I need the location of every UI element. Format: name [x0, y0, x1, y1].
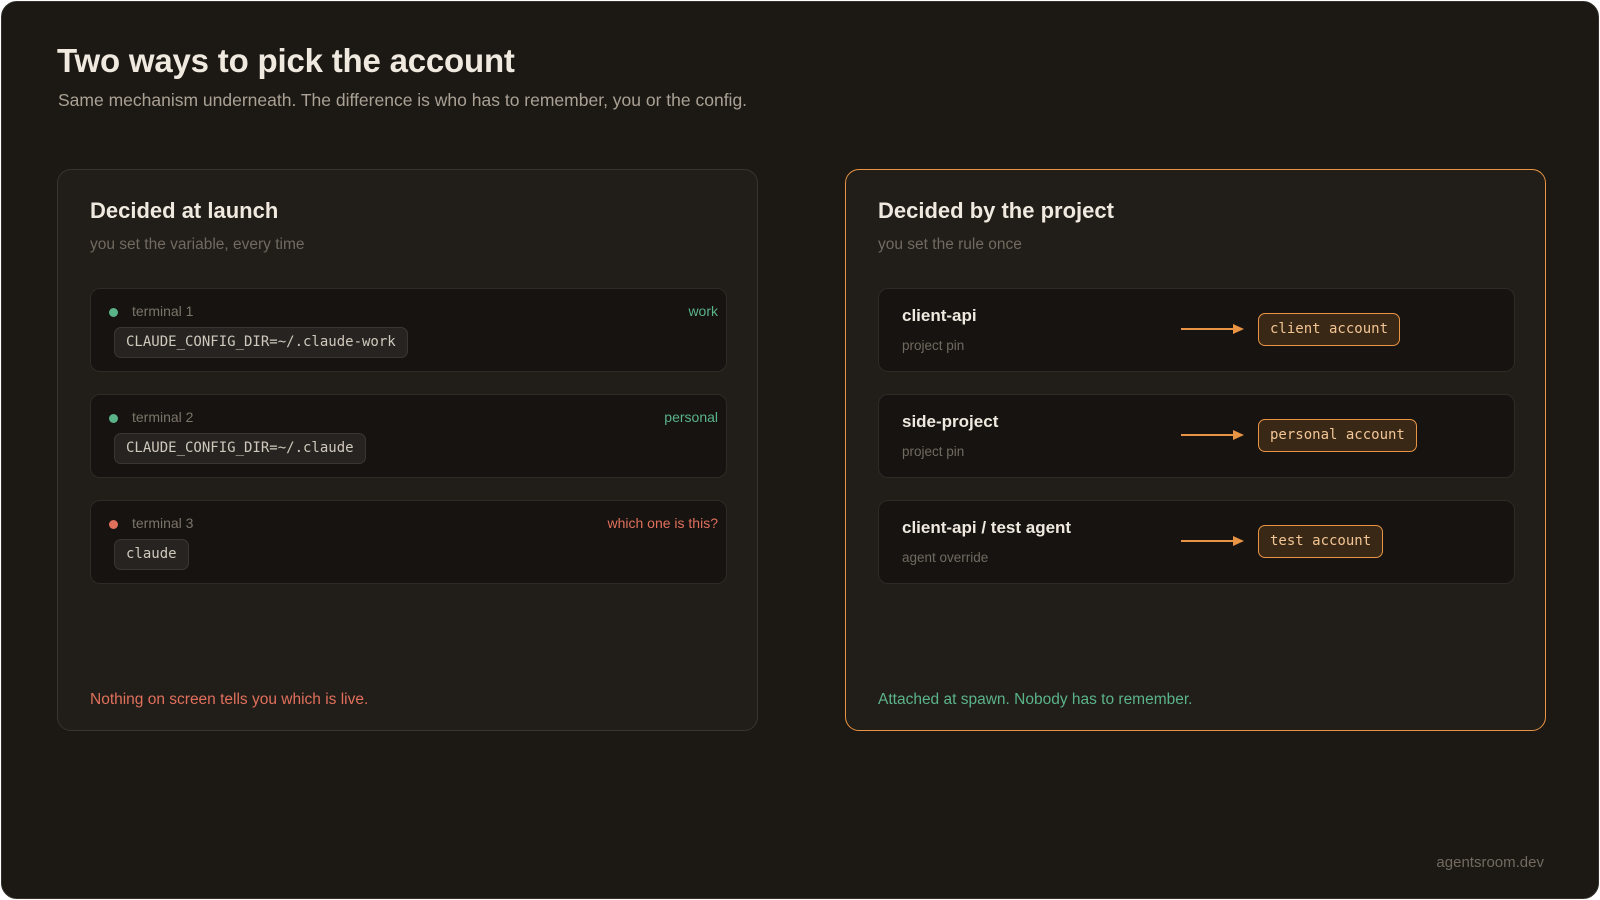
slide: Two ways to pick the account Same mechan… — [1, 1, 1599, 899]
terminal-card: terminal 3 which one is this? claude — [90, 500, 727, 584]
terminal-label: terminal 1 — [132, 303, 194, 319]
launch-panel-footer: Nothing on screen tells you which is liv… — [90, 691, 369, 708]
command-chip: CLAUDE_CONFIG_DIR=~/.claude — [114, 433, 366, 464]
command-chip: claude — [114, 539, 189, 570]
status-dot-icon — [109, 520, 118, 529]
project-name: client-api — [902, 306, 977, 325]
brand-link[interactable]: agentsroom.dev — [1436, 854, 1544, 871]
arrow-right-icon — [1181, 430, 1244, 440]
arrow-right-icon — [1181, 536, 1244, 546]
terminal-card: terminal 2 personal CLAUDE_CONFIG_DIR=~/… — [90, 394, 727, 478]
account-chip: test account — [1258, 525, 1384, 558]
rule-card: client-api project pin client account — [878, 288, 1515, 372]
project-panel-footer: Attached at spawn. Nobody has to remembe… — [878, 691, 1193, 708]
rule-kind: project pin — [902, 338, 965, 353]
arrow-right-icon — [1181, 324, 1244, 334]
project-name: client-api / test agent — [902, 518, 1072, 537]
project-name: side-project — [902, 412, 999, 431]
terminal-label: terminal 3 — [132, 515, 194, 531]
rule-kind: project pin — [902, 444, 965, 459]
command-chip: CLAUDE_CONFIG_DIR=~/.claude-work — [114, 327, 408, 358]
status-dot-icon — [109, 414, 118, 423]
project-panel: Decided by the project you set the rule … — [845, 169, 1546, 731]
project-panel-subheading: you set the rule once — [878, 236, 1022, 253]
project-panel-heading: Decided by the project — [878, 198, 1114, 223]
page-title: Two ways to pick the account — [57, 42, 515, 79]
page-subtitle: Same mechanism underneath. The differenc… — [58, 90, 748, 110]
terminal-label: terminal 2 — [132, 409, 194, 425]
account-tag: personal — [664, 409, 718, 425]
account-chip: client account — [1258, 313, 1401, 346]
rule-card: side-project project pin personal accoun… — [878, 394, 1515, 478]
status-dot-icon — [109, 308, 118, 317]
rule-card: client-api / test agent agent override t… — [878, 500, 1515, 584]
terminal-card: terminal 1 work CLAUDE_CONFIG_DIR=~/.cla… — [90, 288, 727, 372]
launch-panel-heading: Decided at launch — [90, 198, 279, 223]
account-tag: which one is this? — [607, 515, 718, 531]
account-chip: personal account — [1258, 419, 1417, 452]
launch-panel-subheading: you set the variable, every time — [90, 236, 305, 253]
rule-kind: agent override — [902, 550, 989, 565]
launch-panel: Decided at launch you set the variable, … — [57, 169, 758, 731]
account-tag: work — [688, 303, 718, 319]
